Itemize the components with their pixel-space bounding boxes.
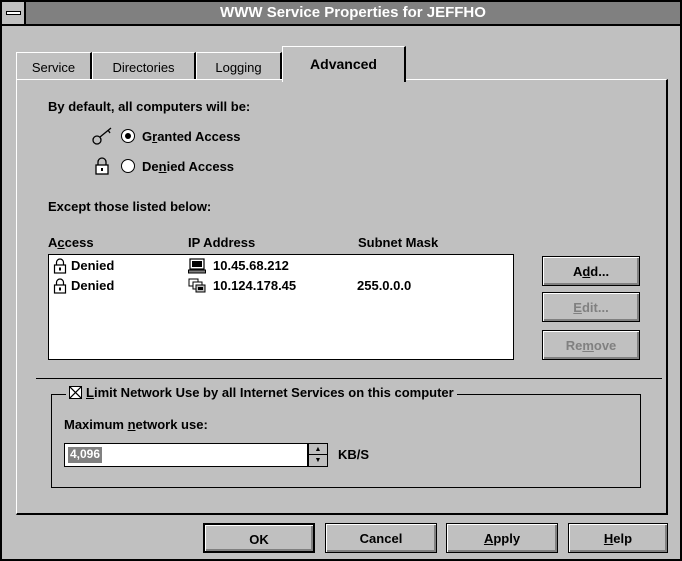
max-network-use-spinner[interactable]: ▲ ▼ [308,443,328,467]
column-header-access: Access [48,235,94,250]
granted-access-radio[interactable] [121,129,135,143]
section-divider [36,378,662,380]
ok-button[interactable]: OK [203,523,315,553]
list-item[interactable]: Denied 10.124.178.45 255.0.0.0 [49,277,513,295]
limit-network-checkbox-row[interactable]: Limit Network Use by all Internet Servic… [66,385,457,400]
except-heading: Except those listed below: [48,199,212,214]
granted-access-label[interactable]: Granted Access [142,129,241,144]
max-network-use-label: Maximum network use: [64,417,208,432]
default-access-heading: By default, all computers will be: [48,99,251,114]
column-header-subnet-mask: Subnet Mask [358,235,439,250]
limit-network-label: Limit Network Use by all Internet Servic… [86,385,454,400]
row-access: Denied [71,258,115,273]
limit-network-group: Limit Network Use by all Internet Servic… [51,385,641,488]
window-title: WWW Service Properties for JEFFHO [220,4,486,21]
max-network-use-value: 4,096 [68,447,103,463]
tab-advanced[interactable]: Advanced [282,46,406,82]
lock-icon [53,258,67,274]
properties-dialog: WWW Service Properties for JEFFHO Servic… [0,0,682,561]
denied-access-radio[interactable] [121,159,135,173]
row-access: Denied [71,278,115,293]
tab-logging[interactable]: Logging [196,52,282,80]
radio-selected-dot [125,133,131,139]
row-ip-address: 10.45.68.212 [213,258,289,273]
lock-icon [95,157,109,175]
computer-group-icon [188,278,206,293]
exception-list[interactable]: Denied 10.45.68.212 Denied 10.124.178.45… [48,254,514,360]
max-network-use-input[interactable]: 4,096 [64,443,308,467]
row-ip-address: 10.124.178.45 [213,278,297,293]
row-subnet-mask: 255.0.0.0 [357,278,412,293]
apply-button[interactable]: Apply [446,523,558,553]
system-menu-button[interactable] [2,2,26,24]
remove-button[interactable]: Remove [542,330,640,360]
system-menu-icon [6,11,21,15]
list-item[interactable]: Denied 10.45.68.212 [49,257,513,275]
help-button[interactable]: Help [568,523,668,553]
checkbox-x-mark [70,387,81,398]
edit-button[interactable]: Edit... [542,292,640,322]
add-button[interactable]: Add... [542,256,640,286]
spin-down-arrow-icon[interactable]: ▼ [309,455,327,466]
spin-up-arrow-icon[interactable]: ▲ [309,444,327,455]
cancel-button[interactable]: Cancel [325,523,437,553]
title-bar[interactable]: WWW Service Properties for JEFFHO [2,2,680,26]
tab-directories[interactable]: Directories [92,52,196,80]
denied-access-label[interactable]: Denied Access [142,159,234,174]
lock-icon [53,278,67,294]
unit-label: KB/S [338,447,370,462]
key-icon [92,127,112,145]
computer-icon [188,258,206,274]
limit-network-checkbox[interactable] [69,386,82,399]
tab-service[interactable]: Service [16,52,92,80]
column-header-ip-address: IP Address [188,235,256,250]
